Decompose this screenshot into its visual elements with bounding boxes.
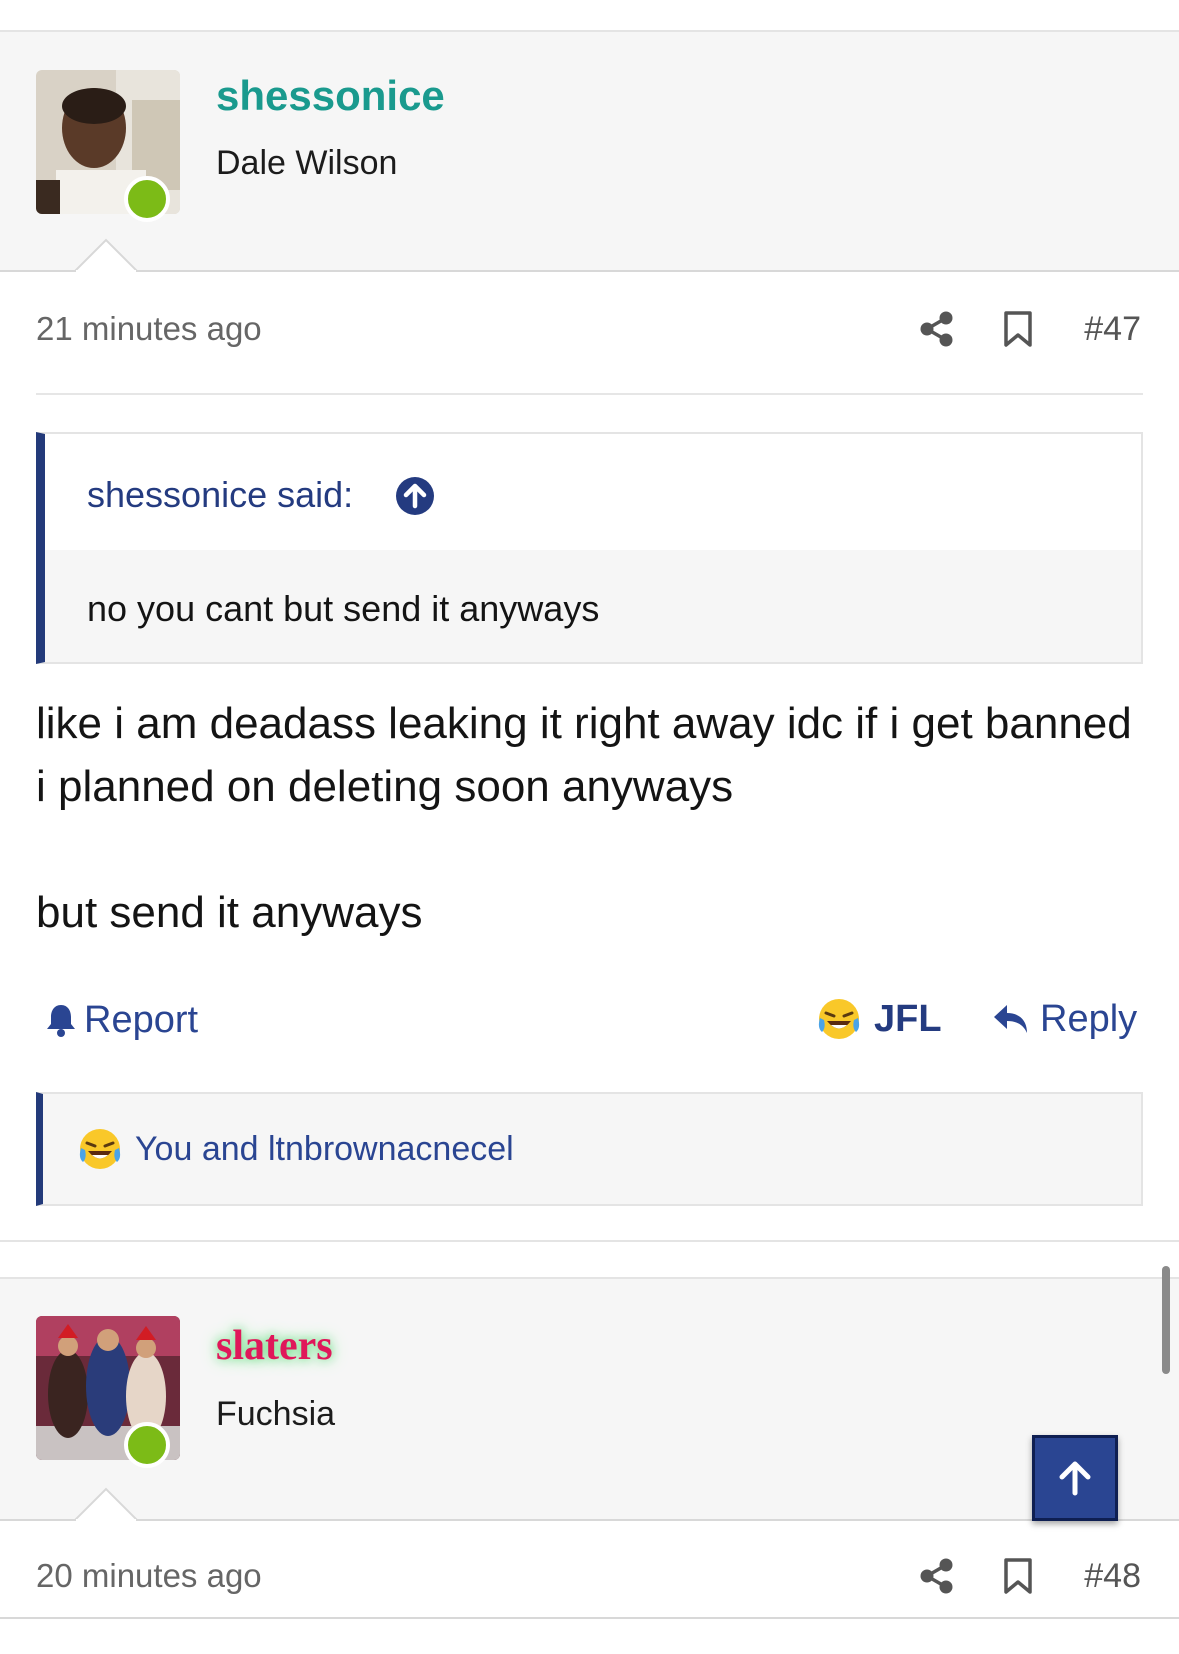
share-icon[interactable]	[918, 1557, 956, 1595]
user-title: Dale Wilson	[216, 144, 398, 182]
reply-button[interactable]: Reply	[992, 994, 1137, 1044]
pointer-arrow	[74, 238, 138, 272]
quote-author[interactable]: shessonice said:	[87, 474, 353, 516]
pointer-arrow	[74, 1487, 138, 1521]
post-paragraph: but send it anyways	[36, 888, 423, 937]
online-indicator	[124, 1422, 170, 1468]
post-number[interactable]: #48	[1084, 1557, 1141, 1596]
reactions-text[interactable]: You and ltnbrownacnecel	[135, 1130, 514, 1169]
reply-arrow-icon	[994, 1005, 1027, 1033]
reactions-bar[interactable]: You and ltnbrownacnecel	[36, 1092, 1143, 1206]
post-time[interactable]: 20 minutes ago	[36, 1557, 262, 1595]
laughing-crying-emoji-icon	[818, 999, 860, 1039]
post-user-block: shessonice Dale Wilson	[0, 32, 1179, 272]
share-icon[interactable]	[918, 310, 956, 348]
post-body: like i am deadass leaking it right away …	[36, 692, 1136, 944]
post-actions: Report JFL Reply	[0, 990, 1179, 1050]
report-button[interactable]: Report	[44, 996, 198, 1044]
bookmark-icon[interactable]	[1000, 1557, 1036, 1595]
post-user-block: slaters Fuchsia	[0, 1277, 1179, 1521]
jfl-reaction-button[interactable]: JFL	[816, 994, 942, 1044]
post-meta: 21 minutes ago #47	[0, 290, 1179, 370]
user-title: Fuchsia	[216, 1395, 336, 1433]
username[interactable]: shessonice	[216, 72, 445, 120]
bookmark-icon[interactable]	[1000, 310, 1036, 348]
scroll-to-top-button[interactable]	[1032, 1435, 1118, 1521]
jfl-label: JFL	[874, 997, 942, 1040]
avatar[interactable]	[36, 70, 180, 222]
bell-icon	[47, 1005, 75, 1037]
reply-label: Reply	[1040, 997, 1138, 1040]
post-paragraph: like i am deadass leaking it right away …	[36, 699, 1132, 811]
arrow-up-icon	[1059, 1461, 1091, 1496]
report-label: Report	[84, 998, 199, 1041]
post-meta: 20 minutes ago #48	[0, 1537, 1179, 1617]
quote-text: no you cant but send it anyways	[87, 588, 600, 629]
post-time[interactable]: 21 minutes ago	[36, 310, 262, 348]
arrow-up-circle-icon[interactable]	[395, 476, 435, 516]
laughing-crying-emoji-icon	[79, 1129, 121, 1169]
online-indicator	[124, 176, 170, 222]
username[interactable]: slaters	[216, 1322, 333, 1370]
post-number[interactable]: #47	[1084, 310, 1141, 349]
bottom-strip	[0, 1617, 1179, 1654]
avatar[interactable]	[36, 1316, 180, 1468]
scrollbar[interactable]	[1162, 1266, 1170, 1374]
post-divider	[0, 1240, 1179, 1242]
top-strip	[0, 0, 1179, 32]
meta-divider	[36, 393, 1143, 395]
quote-block: shessonice said: no you cant but send it…	[36, 432, 1143, 664]
